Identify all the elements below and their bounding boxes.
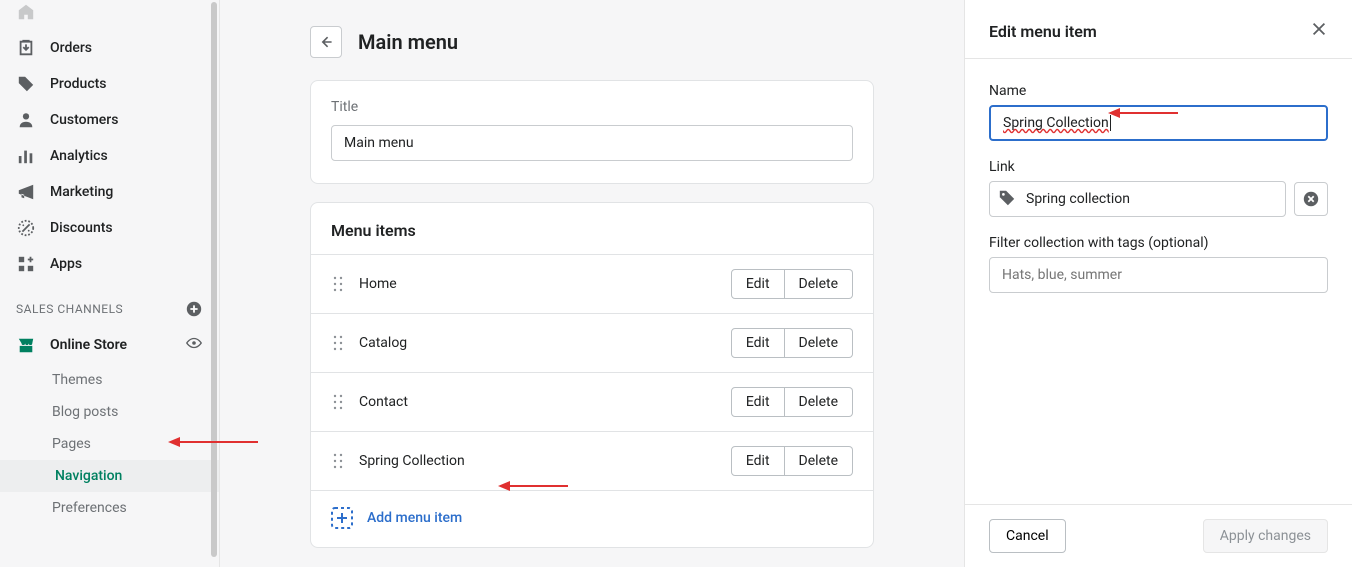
menu-item-name: Spring Collection — [359, 453, 731, 469]
nav-label: Customers — [50, 112, 118, 128]
title-card: Title — [310, 80, 874, 184]
scrollbar[interactable] — [211, 2, 217, 557]
nav-marketing[interactable]: Marketing — [0, 174, 219, 210]
menu-item-name: Catalog — [359, 335, 731, 351]
edit-button[interactable]: Edit — [731, 328, 785, 358]
tag-icon — [998, 189, 1018, 209]
back-button[interactable] — [310, 26, 342, 58]
nav-label: Discounts — [50, 220, 113, 236]
add-item-label: Add menu item — [367, 510, 462, 526]
nav-label: Orders — [50, 40, 92, 56]
nav-customers[interactable]: Customers — [0, 102, 219, 138]
filter-input[interactable] — [989, 257, 1328, 293]
title-input[interactable] — [331, 125, 853, 161]
edit-panel: Edit menu item Name Spring Collection Li… — [964, 0, 1352, 567]
filter-label: Filter collection with tags (optional) — [989, 235, 1328, 251]
edit-button[interactable]: Edit — [731, 446, 785, 476]
clear-icon — [1302, 190, 1320, 208]
menu-row-home: Home EditDelete — [311, 254, 873, 313]
nav-home[interactable] — [0, 0, 219, 30]
nav-discounts[interactable]: Discounts — [0, 210, 219, 246]
page-header: Main menu — [310, 26, 874, 58]
nav-themes[interactable]: Themes — [0, 364, 219, 396]
drag-handle-icon[interactable] — [331, 276, 345, 292]
nav-apps[interactable]: Apps — [0, 246, 219, 282]
sidebar: Orders Products Customers Analytics Mark… — [0, 0, 220, 567]
nav-preferences[interactable]: Preferences — [0, 492, 219, 524]
apply-changes-button: Apply changes — [1203, 519, 1328, 553]
apps-icon — [16, 254, 36, 274]
delete-button[interactable]: Delete — [785, 269, 853, 299]
add-item-icon — [331, 507, 353, 529]
nav-label: Apps — [50, 256, 82, 272]
products-icon — [16, 74, 36, 94]
menu-row-catalog: Catalog EditDelete — [311, 313, 873, 372]
close-button[interactable] — [1310, 20, 1328, 42]
menu-item-name: Contact — [359, 394, 731, 410]
menu-items-header: Menu items — [311, 203, 873, 254]
edit-button[interactable]: Edit — [731, 269, 785, 299]
clear-link-button[interactable] — [1294, 182, 1328, 216]
add-menu-item-button[interactable]: Add menu item — [311, 490, 873, 547]
nav-label: Online Store — [50, 337, 185, 353]
nav-analytics[interactable]: Analytics — [0, 138, 219, 174]
title-label: Title — [331, 99, 853, 115]
nav-label: Products — [50, 76, 107, 92]
menu-item-name: Home — [359, 276, 731, 292]
nav-online-store[interactable]: Online Store — [0, 326, 219, 364]
page-title: Main menu — [358, 30, 458, 54]
analytics-icon — [16, 146, 36, 166]
nav-label: Analytics — [50, 148, 108, 164]
drag-handle-icon[interactable] — [331, 394, 345, 410]
menu-items-card: Menu items Home EditDelete Catalog EditD… — [310, 202, 874, 548]
main-content: Main menu Title Menu items Home EditDele… — [220, 0, 964, 567]
nav-blog-posts[interactable]: Blog posts — [0, 396, 219, 428]
nav-products[interactable]: Products — [0, 66, 219, 102]
delete-button[interactable]: Delete — [785, 446, 853, 476]
drag-handle-icon[interactable] — [331, 335, 345, 351]
cancel-button[interactable]: Cancel — [989, 519, 1066, 553]
eye-icon[interactable] — [185, 334, 203, 356]
add-channel-icon[interactable] — [185, 300, 203, 318]
delete-button[interactable]: Delete — [785, 387, 853, 417]
panel-title: Edit menu item — [989, 22, 1097, 41]
link-value: Spring collection — [1026, 191, 1130, 207]
home-icon — [16, 2, 36, 22]
close-icon — [1310, 20, 1328, 38]
sales-channels-header: SALES CHANNELS — [0, 282, 219, 326]
name-label: Name — [989, 83, 1328, 99]
drag-handle-icon[interactable] — [331, 453, 345, 469]
link-label: Link — [989, 159, 1328, 175]
orders-icon — [16, 38, 36, 58]
marketing-icon — [16, 182, 36, 202]
nav-navigation[interactable]: Navigation — [0, 460, 219, 492]
delete-button[interactable]: Delete — [785, 328, 853, 358]
name-input[interactable]: Spring Collection — [989, 105, 1328, 141]
menu-row-contact: Contact EditDelete — [311, 372, 873, 431]
edit-button[interactable]: Edit — [731, 387, 785, 417]
arrow-left-icon — [318, 34, 334, 50]
discounts-icon — [16, 218, 36, 238]
menu-row-spring: Spring Collection EditDelete — [311, 431, 873, 490]
customers-icon — [16, 110, 36, 130]
nav-label: Marketing — [50, 184, 113, 200]
nav-pages[interactable]: Pages — [0, 428, 219, 460]
nav-orders[interactable]: Orders — [0, 30, 219, 66]
store-icon — [16, 335, 36, 355]
link-input[interactable]: Spring collection — [989, 181, 1286, 217]
